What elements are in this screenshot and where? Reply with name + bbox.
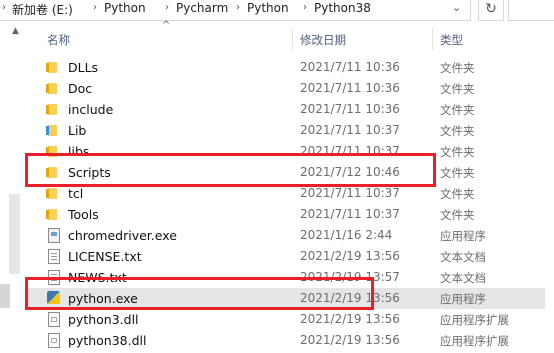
file-name: include [68,102,114,117]
column-date-header[interactable]: 修改日期 [300,32,346,48]
folder-icon [46,209,57,220]
column-name-header[interactable]: 名称 [47,32,70,48]
file-date: 2021/7/11 10:37 [300,207,400,221]
chevron-right-icon: › [165,2,169,13]
folder-icon [46,188,57,199]
refresh-icon: ↻ [485,1,497,17]
search-input[interactable] [508,0,554,21]
file-type: 文件夹 [440,166,475,180]
file-date: 2021/2/19 13:57 [300,270,400,284]
list-item[interactable]: Lib 2021/7/11 10:37 文件夹 [28,120,554,141]
file-date: 2021/1/16 2:44 [300,228,393,242]
folder-icon [46,83,57,94]
list-item[interactable]: python3.dll 2021/2/19 13:56 应用程序扩展 [28,309,554,330]
vertical-scrollbar[interactable] [545,22,554,353]
file-type: 文本文档 [440,250,486,264]
refresh-button[interactable]: ↻ [478,0,504,21]
file-date: 2021/7/11 10:37 [300,144,400,158]
list-item[interactable]: Tools 2021/7/11 10:37 文件夹 [28,204,554,225]
column-header-row: ^ 名称 修改日期 类型 [28,20,554,50]
list-item[interactable]: include 2021/7/11 10:36 文件夹 [28,99,554,120]
file-date: 2021/7/11 10:37 [300,123,400,137]
scrollbar-thumb[interactable] [9,194,20,274]
file-type: 文件夹 [440,103,475,117]
text-file-icon [48,249,60,264]
folder-icon [46,146,57,157]
chevron-right-icon: › [93,2,97,13]
exe-file-icon [48,228,60,243]
file-name: LICENSE.txt [68,249,142,264]
breadcrumb-drive[interactable]: 新加卷 (E:) [12,1,73,18]
file-name: chromedriver.exe [68,228,177,243]
breadcrumb-pycharm[interactable]: Pycharm [176,1,228,15]
list-item[interactable]: tcl 2021/7/11 10:37 文件夹 [28,183,554,204]
file-name: Lib [68,123,87,138]
python-icon [47,291,60,304]
file-type: 文件夹 [440,208,475,222]
list-item[interactable]: Scripts 2021/7/12 10:46 文件夹 [28,162,554,183]
selection-strip [0,284,10,308]
folder-icon [46,125,57,136]
list-item[interactable]: NEWS.txt 2021/2/19 13:57 文本文档 [28,267,554,288]
breadcrumb-python-2[interactable]: Python [247,1,289,15]
file-date: 2021/7/11 10:36 [300,60,400,74]
file-name: Tools [68,207,99,222]
file-date: 2021/7/11 10:37 [300,186,400,200]
file-type: 应用程序扩展 [440,313,509,327]
column-divider[interactable] [432,28,433,50]
file-type: 文本文档 [440,271,486,285]
file-name: Doc [68,81,93,96]
scroll-up-icon[interactable]: ▲ [12,26,19,36]
list-item[interactable]: libs 2021/7/11 10:37 文件夹 [28,141,554,162]
file-type: 文件夹 [440,187,475,201]
file-type: 文件夹 [440,145,475,159]
text-file-icon [48,270,60,285]
file-type: 文件夹 [440,82,475,96]
navigation-pane-edge: ▲ [0,22,28,353]
list-item[interactable]: python38.dll 2021/2/19 13:56 应用程序扩展 [28,330,554,351]
folder-icon [46,62,57,73]
chevron-right-icon: › [303,2,307,13]
file-name: python.exe [68,291,138,306]
list-item[interactable]: chromedriver.exe 2021/1/16 2:44 应用程序 [28,225,554,246]
file-date: 2021/2/19 13:56 [300,291,400,305]
folder-icon [46,167,57,178]
list-item[interactable]: Doc 2021/7/11 10:36 文件夹 [28,78,554,99]
file-type: 应用程序 [440,292,486,306]
folder-icon [46,104,57,115]
dll-file-icon [48,312,60,327]
file-name: tcl [68,186,84,201]
file-type: 应用程序 [440,229,486,243]
file-name: NEWS.txt [68,270,127,285]
file-type: 应用程序扩展 [440,334,509,348]
file-name: libs [68,144,90,159]
breadcrumb-python38[interactable]: Python38 [314,1,371,15]
list-item[interactable]: DLLs 2021/7/11 10:36 文件夹 [28,57,554,78]
file-name: python38.dll [68,333,147,348]
breadcrumb-python[interactable]: Python [104,1,146,15]
chevron-down-icon[interactable]: ⌄ [452,1,461,14]
chevron-right-icon: › [2,2,6,13]
file-date: 2021/2/19 13:56 [300,249,400,263]
address-bar: › 新加卷 (E:) › Python › Pycharm › Python ›… [0,0,554,22]
file-name: Scripts [68,165,111,180]
file-type: 文件夹 [440,124,475,138]
file-date: 2021/7/11 10:36 [300,102,400,116]
chevron-right-icon: › [236,2,240,13]
file-type: 文件夹 [440,61,475,75]
sort-ascending-icon: ^ [162,20,171,31]
file-name: python3.dll [68,312,139,327]
file-date: 2021/2/19 13:56 [300,312,400,326]
column-divider[interactable] [292,28,293,50]
column-type-header[interactable]: 类型 [440,32,463,48]
file-date: 2021/7/11 10:36 [300,81,400,95]
file-date: 2021/7/12 10:46 [300,165,400,179]
list-item[interactable]: python.exe 2021/2/19 13:56 应用程序 [28,288,554,309]
list-item[interactable]: LICENSE.txt 2021/2/19 13:56 文本文档 [28,246,554,267]
file-name: DLLs [68,60,99,75]
dll-file-icon [48,333,60,348]
file-date: 2021/2/19 13:56 [300,333,400,347]
